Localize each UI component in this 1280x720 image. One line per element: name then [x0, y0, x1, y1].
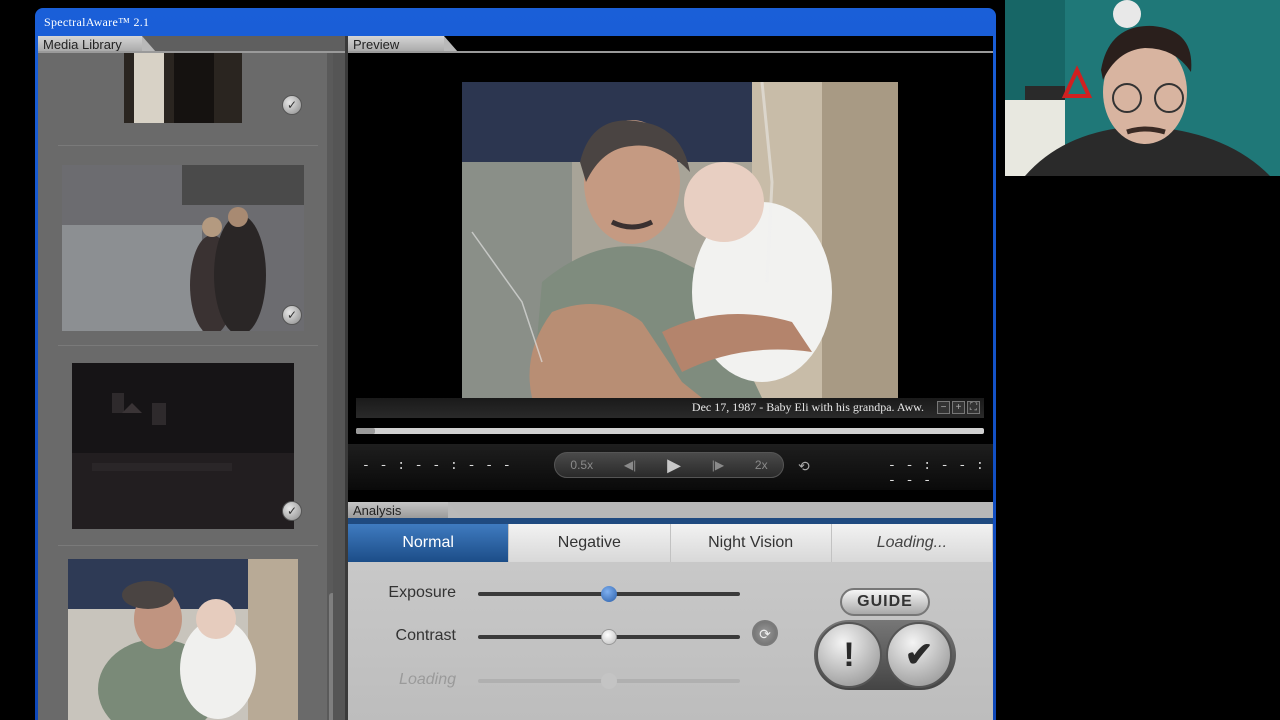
library-item[interactable] [38, 559, 328, 720]
loop-icon[interactable]: ⟲ [798, 458, 810, 475]
preview-stage [356, 54, 988, 446]
library-item[interactable]: ✓ [38, 363, 328, 533]
playback-progress[interactable] [356, 428, 984, 434]
tab-normal[interactable]: Normal [348, 524, 510, 562]
thumbnail-image [62, 165, 304, 331]
speed-faster-button[interactable]: 2x [755, 458, 768, 472]
checkmark-icon[interactable]: ✓ [282, 305, 302, 325]
media-library-panel: Media Library ✓ ✓ ✓ [38, 36, 345, 720]
tab-negative[interactable]: Negative [509, 524, 671, 562]
step-forward-icon[interactable]: |▶ [712, 458, 724, 472]
media-library-header: Media Library [38, 36, 156, 52]
contrast-label: Contrast [395, 627, 456, 644]
analysis-panel: Analysis Normal Negative Night Vision Lo… [348, 502, 993, 720]
contrast-row: Contrast [348, 625, 768, 649]
reset-icon[interactable]: ⟳ [752, 620, 778, 646]
divider [58, 345, 318, 346]
analysis-mode-tabs: Normal Negative Night Vision Loading... [348, 524, 993, 562]
tab-night-vision[interactable]: Night Vision [671, 524, 832, 562]
elapsed-time: - - : - - : - - - [362, 458, 512, 473]
exposure-label: Exposure [388, 584, 456, 601]
divider [58, 545, 318, 546]
thumbnail-image [72, 363, 294, 529]
alert-button[interactable]: ! [816, 622, 882, 688]
exposure-slider-knob[interactable] [601, 586, 617, 602]
confirm-button[interactable]: ✔ [886, 622, 952, 688]
library-item[interactable]: ✓ [38, 53, 328, 133]
thumbnail-image [68, 559, 298, 720]
thumbnail-image [124, 53, 242, 123]
photo-caption: Dec 17, 1987 - Baby Eli with his grandpa… [691, 400, 924, 414]
preview-panel: Preview Dec 17, 1987 - Baby Eli with his… [348, 36, 993, 502]
action-buttons: ! ✔ [814, 620, 956, 690]
checkmark-icon[interactable]: ✓ [282, 95, 302, 115]
analysis-header: Analysis [348, 502, 462, 518]
guide-button[interactable]: GUIDE [840, 588, 930, 616]
webcam-overlay [1005, 0, 1280, 176]
contrast-slider-knob[interactable] [601, 629, 617, 645]
media-library-list[interactable]: ✓ ✓ ✓ [38, 53, 333, 720]
playback-progress-fill [356, 428, 375, 434]
zoom-out-icon[interactable]: − [937, 401, 950, 414]
step-back-icon[interactable]: ◀| [624, 458, 636, 472]
zoom-in-icon[interactable]: + [952, 401, 965, 414]
divider [58, 145, 318, 146]
speed-slower-button[interactable]: 0.5x [570, 458, 593, 472]
loading-row: Loading [348, 669, 768, 693]
play-icon[interactable]: ▶ [667, 455, 681, 476]
caption-bar: Dec 17, 1987 - Baby Eli with his grandpa… [356, 398, 984, 418]
tab-loading[interactable]: Loading... [832, 524, 993, 562]
checkmark-icon[interactable]: ✓ [282, 501, 302, 521]
window-title: SpectralAware™ 2.1 [44, 15, 150, 29]
library-item[interactable]: ✓ [38, 165, 328, 335]
preview-photo[interactable] [462, 82, 898, 398]
exposure-row: Exposure [348, 582, 768, 606]
transport-controls: 0.5x ◀| ▶ |▶ 2x [554, 452, 784, 478]
preview-header: Preview [348, 36, 458, 52]
app-window: SpectralAware™ 2.1 Media Library ✓ ✓ ✓ P… [35, 8, 996, 720]
transport-bar: - - : - - : - - - 0.5x ◀| ▶ |▶ 2x ⟲ - - … [348, 444, 993, 490]
fullscreen-icon[interactable]: ⛶ [967, 401, 980, 414]
total-time: - - : - - : - - - [888, 458, 985, 488]
adjustment-controls: Exposure Contrast Loading ⟳ GUIDE ! ✔ [348, 562, 993, 720]
window-client: Media Library ✓ ✓ ✓ Preview Dec 17, 1987… [38, 36, 993, 720]
loading-label: Loading [399, 671, 456, 688]
loading-slider-knob [601, 673, 617, 689]
